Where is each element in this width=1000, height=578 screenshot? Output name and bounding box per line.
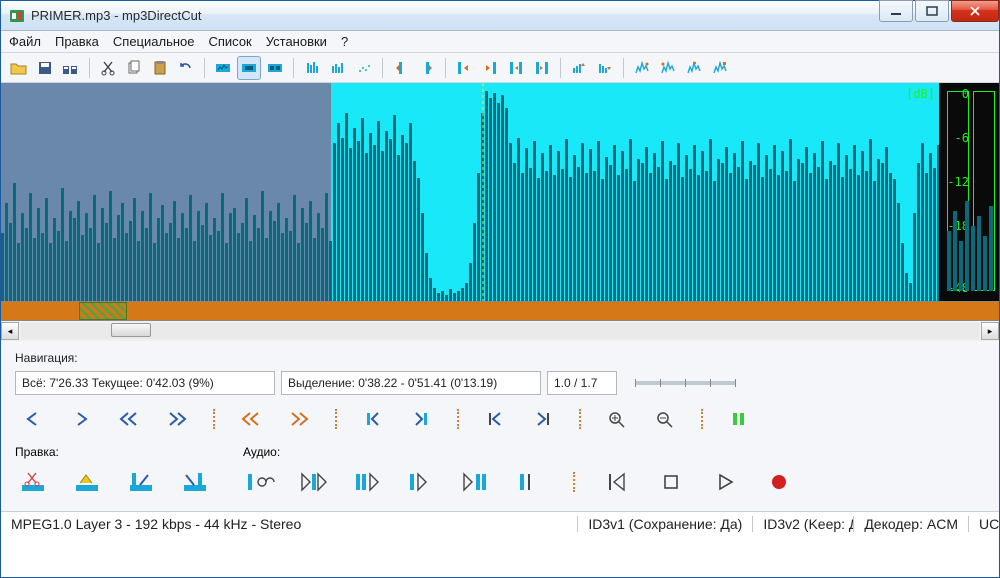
edit-trim-button[interactable] xyxy=(69,467,105,497)
cut-button[interactable] xyxy=(96,56,120,80)
status-id3v2: ID3v2 (Keep: Д xyxy=(753,516,853,532)
menu-help[interactable]: ? xyxy=(341,34,348,49)
edit-cut-button[interactable] xyxy=(15,467,51,497)
nav-sel-start-button[interactable] xyxy=(355,405,391,433)
waveview-a-button[interactable] xyxy=(300,56,324,80)
status-decoder: Декодер: ACM xyxy=(854,516,968,532)
selection-readout: Выделение: 0'38.22 - 0'51.41 (0'13.19) xyxy=(281,371,541,395)
edit-fade-out-button[interactable] xyxy=(177,467,213,497)
show-selection-button[interactable] xyxy=(721,405,757,433)
paste-button[interactable] xyxy=(148,56,172,80)
maximize-button[interactable] xyxy=(915,0,949,22)
nav-first-button[interactable] xyxy=(15,405,51,433)
nav-last-button[interactable] xyxy=(63,405,99,433)
separator-icon xyxy=(579,409,581,429)
scroll-right-button[interactable]: ▸ xyxy=(981,322,999,340)
play-sel-end-button[interactable] xyxy=(513,467,549,497)
nav-sel-end-button[interactable] xyxy=(403,405,439,433)
nav-next-mark-button[interactable] xyxy=(281,405,317,433)
zoom-readout: 1.0 / 1.7 xyxy=(547,371,617,395)
separator-icon xyxy=(701,409,703,429)
sel-start-left-button[interactable] xyxy=(452,56,476,80)
timeline-selection[interactable] xyxy=(79,302,127,320)
play-to-sel-end-button[interactable] xyxy=(405,467,441,497)
fx-b-button[interactable] xyxy=(656,56,680,80)
mark-out-button[interactable] xyxy=(415,56,439,80)
sel-end-left-button[interactable] xyxy=(504,56,528,80)
fx-d-button[interactable] xyxy=(708,56,732,80)
menu-edit[interactable]: Правка xyxy=(55,34,99,49)
close-button[interactable] xyxy=(951,0,999,22)
open-button[interactable] xyxy=(7,56,31,80)
nav-prev-mark-button[interactable] xyxy=(233,405,269,433)
fx-c-button[interactable] xyxy=(682,56,706,80)
titlebar: PRIMER.mp3 - mp3DirectCut xyxy=(1,1,999,31)
separator-icon xyxy=(213,409,215,429)
save-button[interactable] xyxy=(33,56,57,80)
sel-end-right-button[interactable] xyxy=(530,56,554,80)
audio-label: Аудио: xyxy=(243,445,797,459)
status-format: MPEG1.0 Layer 3 - 192 kbps - 44 kHz - St… xyxy=(1,516,577,532)
horizontal-scrollbar[interactable]: ◂ ▸ xyxy=(1,321,999,341)
waveview-b-button[interactable] xyxy=(326,56,350,80)
nav-rewind-button[interactable] xyxy=(111,405,147,433)
zoom-in-button[interactable] xyxy=(599,405,635,433)
zoom-slider[interactable] xyxy=(635,381,735,385)
window-title: PRIMER.mp3 - mp3DirectCut xyxy=(31,8,877,23)
status-extra: UC xyxy=(969,516,999,532)
copy-button[interactable] xyxy=(122,56,146,80)
menu-special[interactable]: Специальное xyxy=(113,34,195,49)
play-from-sel-start-button[interactable] xyxy=(297,467,333,497)
mark-in-button[interactable] xyxy=(389,56,413,80)
menu-file[interactable]: Файл xyxy=(9,34,41,49)
undo-button[interactable] xyxy=(174,56,198,80)
stop-button[interactable] xyxy=(653,467,689,497)
status-id3v1: ID3v1 (Сохранение: Да) xyxy=(578,516,752,532)
play-sel-button[interactable] xyxy=(351,467,387,497)
separator-icon xyxy=(573,472,575,492)
timeline-overview[interactable] xyxy=(1,301,999,321)
menubar: Файл Правка Специальное Список Установки… xyxy=(1,31,999,53)
nav-forward-button[interactable] xyxy=(159,405,195,433)
statusbar: MPEG1.0 Layer 3 - 192 kbps - 44 kHz - St… xyxy=(1,511,999,535)
separator-icon xyxy=(457,409,459,429)
skip-back-button[interactable] xyxy=(599,467,635,497)
nav-frame-fwd-button[interactable] xyxy=(525,405,561,433)
navigation-label: Навигация: xyxy=(15,351,985,365)
view-mode-a-button[interactable] xyxy=(211,56,235,80)
loop-button[interactable] xyxy=(243,467,279,497)
menu-list[interactable]: Список xyxy=(208,34,251,49)
edit-panel: Правка: xyxy=(15,445,213,497)
scroll-thumb[interactable] xyxy=(111,323,151,337)
play-button[interactable] xyxy=(707,467,743,497)
menu-settings[interactable]: Установки xyxy=(266,34,327,49)
minimize-button[interactable] xyxy=(879,0,913,22)
record-button[interactable] xyxy=(761,467,797,497)
db-scale: [dB] 0 -6 -12 -18 -48 xyxy=(939,83,999,301)
view-mode-b-button[interactable] xyxy=(237,56,261,80)
nav-frame-back-button[interactable] xyxy=(477,405,513,433)
waveview-c-button[interactable] xyxy=(352,56,376,80)
zoom-out-button[interactable] xyxy=(647,405,683,433)
app-icon xyxy=(9,8,25,24)
total-time-readout: Всё: 7'26.33 Текущее: 0'42.03 (9%) xyxy=(15,371,275,395)
scroll-left-button[interactable]: ◂ xyxy=(1,322,19,340)
sel-start-right-button[interactable] xyxy=(478,56,502,80)
audio-panel: Аудио: xyxy=(243,445,797,497)
gain-a-button[interactable] xyxy=(567,56,591,80)
navigation-panel: Навигация: Всё: 7'26.33 Текущее: 0'42.03… xyxy=(1,341,999,439)
view-mode-c-button[interactable] xyxy=(263,56,287,80)
toolbar xyxy=(1,53,999,83)
waveform-display[interactable]: [dB] 0 -6 -12 -18 -48 xyxy=(1,83,999,301)
edit-fade-in-button[interactable] xyxy=(123,467,159,497)
gain-b-button[interactable] xyxy=(593,56,617,80)
save-split-button[interactable] xyxy=(59,56,83,80)
separator-icon xyxy=(335,409,337,429)
play-after-sel-button[interactable] xyxy=(459,467,495,497)
fx-a-button[interactable] xyxy=(630,56,654,80)
db-unit-label: [dB] xyxy=(906,87,935,101)
edit-label: Правка: xyxy=(15,445,213,459)
